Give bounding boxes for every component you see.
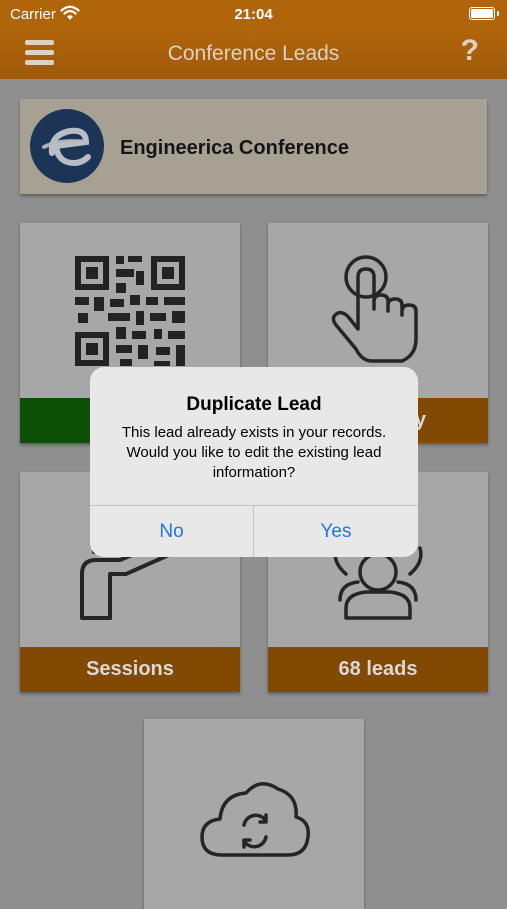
yes-button[interactable]: Yes [254, 506, 418, 557]
event-logo-mark [42, 127, 91, 167]
status-bar: Carrier 21:04 [0, 0, 507, 28]
event-logo [30, 109, 104, 183]
page-title: Conference Leads [167, 42, 340, 65]
no-button[interactable]: No [90, 506, 253, 557]
dialog-title: Duplicate Lead [186, 394, 322, 415]
battery-icon [469, 7, 499, 20]
help-icon[interactable]: ? [461, 34, 479, 68]
cloud-sync-icon [200, 782, 310, 857]
navigation-bar: Conference Leads ? [0, 28, 507, 79]
touch-hand-icon [331, 255, 418, 363]
event-name: Engineerica Conference [120, 137, 349, 159]
dialog-message: This lead already exists in your records… [121, 424, 387, 481]
event-card[interactable]: Engineerica Conference [20, 99, 487, 194]
qr-code-icon [75, 256, 185, 366]
sync-tile[interactable] [144, 719, 364, 909]
sessions-tile-label: Sessions [20, 647, 240, 692]
leads-tile-label: 68 leads [268, 647, 488, 692]
duplicate-lead-dialog: Duplicate Lead This lead already exists … [90, 367, 418, 557]
status-time: 21:04 [234, 6, 273, 23]
